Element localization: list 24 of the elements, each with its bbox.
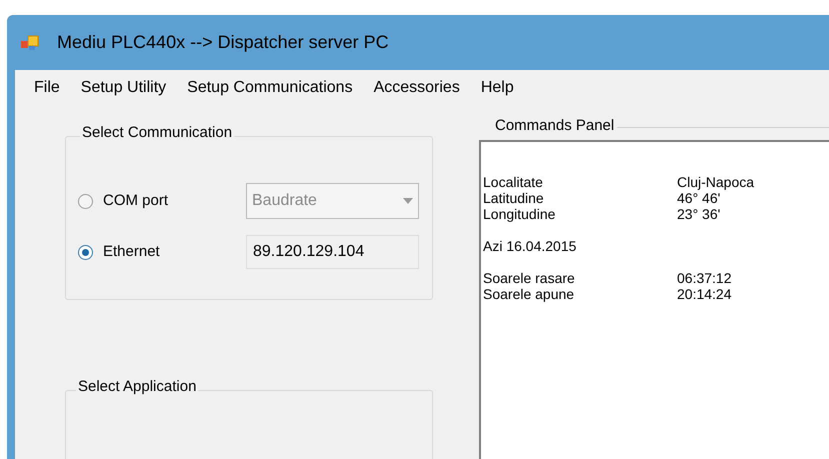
radio-label: COM port (103, 190, 168, 211)
menu-item[interactable]: Setup Communications (180, 76, 360, 100)
window-title: Mediu PLC440x --> Dispatcher server PC (57, 31, 389, 54)
info-value: 23° 36' (677, 206, 720, 222)
panel-title: Commands Panel (495, 116, 614, 136)
menu-item[interactable]: Accessories (366, 76, 467, 100)
dropdown-arrow-icon (403, 198, 413, 204)
info-value: Cluj-Napoca (677, 174, 754, 190)
radio-button[interactable] (78, 244, 93, 260)
info-label: Latitudine (483, 190, 545, 206)
info-label: Soarele apune (483, 286, 576, 302)
app-icon (21, 34, 39, 50)
info-value: 20:14:24 (677, 286, 732, 302)
info-value: 46° 46' (677, 190, 720, 206)
info-label: Azi 16.04.2015 (483, 238, 578, 254)
radio-label: Ethernet (103, 242, 160, 262)
info-value: 06:37:12 (677, 270, 732, 286)
info-label: Longitudine (483, 206, 556, 222)
menu-item[interactable]: File (27, 76, 67, 100)
menu-item[interactable]: Help (474, 76, 521, 100)
info-label: Soarele rasare (483, 270, 576, 286)
info-label: Localitate (483, 174, 544, 190)
ip-address-field[interactable]: 89.120.129.104 (246, 235, 419, 269)
menu-item[interactable]: Setup Utility (74, 76, 174, 100)
